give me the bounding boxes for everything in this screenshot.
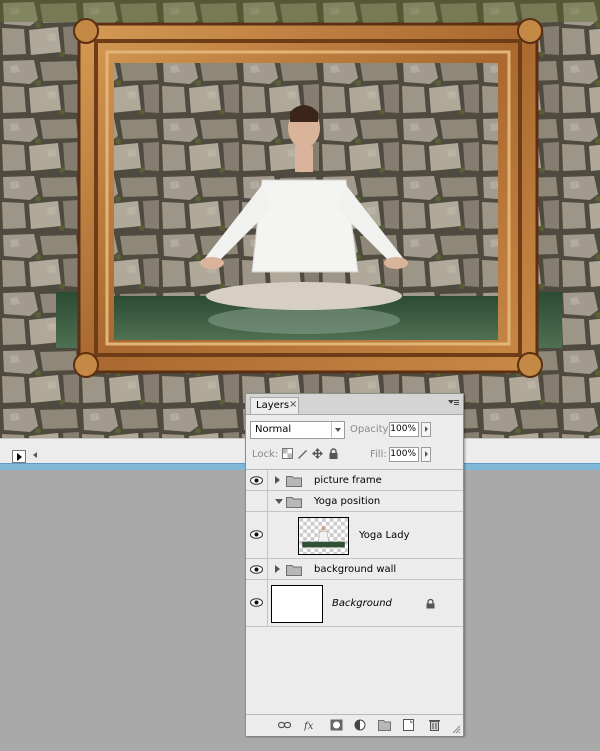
visibility-cell[interactable]	[246, 580, 268, 626]
layer-name: background wall	[314, 564, 397, 575]
layers-list: picture frame Yoga position Yoga Lady ba…	[246, 469, 463, 714]
fx-layer-style-icon[interactable]: fx	[304, 719, 317, 731]
layer-row-picture-frame[interactable]: picture frame	[246, 470, 463, 491]
document-canvas[interactable]	[0, 0, 600, 438]
visibility-cell[interactable]	[246, 491, 268, 511]
artwork	[0, 0, 600, 438]
folder-icon	[286, 476, 302, 487]
layer-row-background[interactable]: Background	[246, 580, 463, 627]
layer-thumbnail	[271, 585, 323, 623]
svg-text:fx: fx	[304, 721, 314, 731]
tab-layers[interactable]: Layers ×	[250, 397, 299, 414]
folder-icon	[286, 565, 302, 576]
lock-transparency-icon[interactable]	[282, 448, 293, 459]
layer-row-background-wall[interactable]: background wall	[246, 559, 463, 580]
blend-opacity-row: Normal Opacity: 100%	[246, 421, 463, 441]
lock-image-pixels-icon[interactable]	[297, 448, 308, 459]
folder-icon	[286, 497, 302, 508]
panel-header: Layers ×	[246, 394, 463, 415]
lock-icon	[426, 599, 435, 609]
new-layer-icon[interactable]	[402, 719, 415, 731]
lock-position-icon[interactable]	[312, 448, 323, 459]
layer-name: picture frame	[314, 475, 382, 486]
fill-slider-toggle[interactable]	[421, 447, 431, 462]
link-layers-icon[interactable]	[278, 719, 291, 731]
adjustment-layer-icon[interactable]	[354, 719, 367, 731]
blend-mode-value: Normal	[255, 424, 292, 435]
add-mask-icon[interactable]	[330, 719, 343, 731]
opacity-input[interactable]: 100%	[389, 422, 419, 437]
opacity-slider-toggle[interactable]	[421, 422, 431, 437]
panel-footer: fx	[246, 714, 463, 736]
eye-icon[interactable]	[250, 565, 263, 574]
layer-row-yoga-lady[interactable]: Yoga Lady	[246, 512, 463, 559]
layer-name: Yoga Lady	[359, 530, 410, 541]
fill-input[interactable]: 100%	[389, 447, 419, 462]
scroll-left-icon[interactable]	[33, 452, 37, 458]
visibility-cell[interactable]	[246, 559, 268, 579]
new-group-icon[interactable]	[378, 719, 391, 731]
tab-layers-label: Layers	[256, 400, 290, 411]
trash-icon[interactable]	[428, 719, 441, 731]
visibility-cell[interactable]	[246, 470, 268, 490]
close-icon[interactable]: ×	[289, 399, 297, 410]
lock-all-icon[interactable]	[328, 448, 339, 459]
layer-name: Background	[332, 598, 392, 609]
resize-grip-icon[interactable]	[452, 725, 461, 734]
expand-arrow-icon[interactable]	[275, 565, 280, 573]
opacity-label: Opacity:	[350, 424, 392, 435]
fill-label: Fill:	[370, 449, 387, 460]
eye-icon[interactable]	[250, 530, 263, 539]
layers-panel: Layers × Normal Opacity: 100% Lock: Fill…	[245, 393, 464, 736]
layer-thumbnail	[298, 517, 349, 555]
visibility-cell[interactable]	[246, 512, 268, 558]
collapse-arrow-icon[interactable]	[275, 499, 283, 504]
play-arrow-icon[interactable]	[12, 450, 26, 463]
lock-label: Lock:	[252, 449, 279, 460]
layer-name: Yoga position	[314, 496, 381, 507]
expand-arrow-icon[interactable]	[275, 476, 280, 484]
eye-icon[interactable]	[250, 476, 263, 485]
chevron-down-icon[interactable]	[331, 422, 344, 438]
layer-row-yoga-position[interactable]: Yoga position	[246, 491, 463, 512]
lock-row: Lock: Fill: 100%	[246, 446, 463, 466]
panel-menu-icon[interactable]	[448, 400, 459, 408]
eye-icon[interactable]	[250, 598, 263, 607]
blend-mode-select[interactable]: Normal	[250, 421, 345, 439]
